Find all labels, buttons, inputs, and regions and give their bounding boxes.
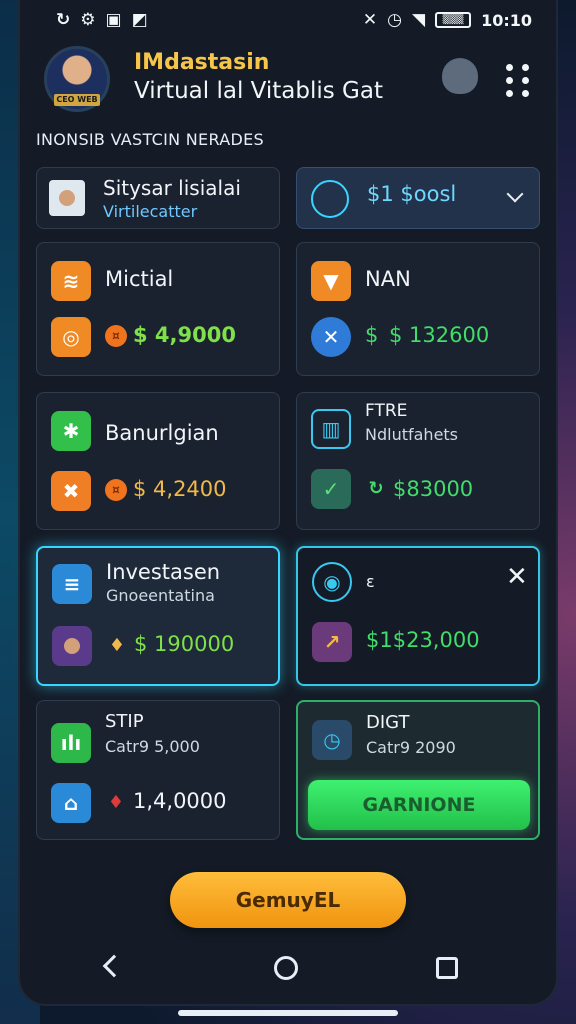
section-label: INONSIB VASTCIN NERADES: [36, 130, 264, 149]
status-bar: ↻ ⚙ ▣ ◩ ✕ ◷ ◥ ▒▒▒ 10:10: [20, 0, 556, 40]
home-nav-icon[interactable]: [274, 956, 298, 980]
sync-icon: ↻: [56, 10, 71, 30]
gesture-home-bar[interactable]: [178, 1010, 398, 1016]
card-value: $1$23,000: [366, 628, 480, 652]
card-action-button[interactable]: GARNIONE: [308, 780, 530, 830]
gallery-icon: ▣: [105, 10, 122, 30]
card-value: $83000: [393, 477, 474, 501]
status-right: ✕ ◷ ◥ ▒▒▒ 10:10: [363, 10, 532, 30]
bar-chart-icon: ▥: [311, 409, 351, 449]
profile-name: Sitysar lisialai: [103, 176, 241, 200]
asset-card[interactable]: ≋ Mictial ◎ ¤ $ 4,9000: [36, 242, 280, 376]
card-title: STIP: [105, 711, 144, 732]
card-subtitle: Catr9 5,000: [105, 737, 200, 756]
currency-select[interactable]: $1 $oosl: [296, 167, 540, 229]
app-subtitle: Virtual lal Vitablis Gat: [134, 78, 383, 104]
person-icon: [52, 626, 92, 666]
document-icon: ≡: [52, 564, 92, 604]
alarm-icon: ◷: [387, 10, 402, 30]
cube-icon: ▼: [311, 261, 351, 301]
bank-icon: ≋: [51, 261, 91, 301]
card-title: NAN: [365, 267, 411, 291]
card-title: FTRE: [365, 401, 408, 421]
card-title: Investasen: [106, 560, 221, 584]
tools-icon: ✕: [311, 317, 351, 357]
app-title: IMdastasin: [134, 50, 270, 75]
timer-icon: ◷: [312, 720, 352, 760]
bluetooth-icon: ✕: [362, 10, 378, 30]
more-menu-icon[interactable]: [506, 64, 532, 97]
recent-apps-icon[interactable]: [436, 957, 458, 979]
apple-icon[interactable]: [442, 58, 478, 94]
back-icon[interactable]: [102, 954, 126, 978]
check-chart-icon: ✓: [311, 469, 351, 509]
target-icon: ◉: [312, 562, 352, 602]
wifi-icon: ◥: [411, 10, 426, 30]
profile-avatar: [49, 180, 85, 216]
card-title: Mictial: [105, 267, 174, 291]
currency-value: $1 $oosl: [367, 182, 457, 206]
card-value: $ 4,2400: [133, 477, 227, 501]
card-value: $ 132600: [389, 323, 490, 347]
asset-card[interactable]: ▼ NAN ✕ $ $ 132600: [296, 242, 540, 376]
asset-card-highlighted[interactable]: ◉ ε ✕ ↗ $1$23,000: [296, 546, 540, 686]
coin-icon: ¤: [105, 325, 127, 347]
close-icon[interactable]: ✕: [506, 562, 528, 592]
card-subtitle: Ndlutfahets: [365, 425, 459, 444]
asset-card[interactable]: ✱ Banurlgian ✖ ¤ $ 4,2400: [36, 392, 280, 530]
asset-card[interactable]: ılı STIP Catr9 5,000 ⌂ ♦ 1,4,0000: [36, 700, 280, 840]
cycle-icon: ↻: [368, 477, 384, 499]
card-value: $ 4,9000: [133, 323, 236, 347]
chevron-down-icon: [506, 185, 524, 203]
app-header: CEO WEB IMdastasin Virtual lal Vitablis …: [44, 46, 534, 118]
phone-screen: ↻ ⚙ ▣ ◩ ✕ ◷ ◥ ▒▒▒ 10:10 CEO WEB IMdastas…: [20, 0, 556, 1004]
battery-icon: ▒▒▒: [435, 12, 472, 28]
stats-icon: ılı: [51, 723, 91, 763]
chat-icon: ✱: [51, 411, 91, 451]
asset-card[interactable]: ▥ FTRE Ndlutfahets ✓ ↻ $83000: [296, 392, 540, 530]
coin-icon: ¤: [105, 479, 127, 501]
settings-icon: ⚙: [80, 10, 96, 30]
card-value: $ 190000: [134, 632, 235, 656]
drop-icon: ♦: [108, 634, 126, 656]
dollar-sign: $: [365, 323, 379, 347]
profile-role: Virtilecatter: [103, 202, 198, 221]
status-time: 10:10: [481, 10, 532, 30]
profile-card[interactable]: Sitysar lisialai Virtilecatter: [36, 167, 280, 229]
home-icon: ⌂: [51, 783, 91, 823]
navigation-bar: [20, 940, 556, 996]
card-title: Banurlgian: [105, 421, 219, 445]
clock-icon: [311, 180, 349, 218]
asset-card-selected[interactable]: ≡ Investasen Gnoeentatina ♦ $ 190000: [36, 546, 280, 686]
team-icon: ✖: [51, 471, 91, 511]
globe-icon: ◎: [51, 317, 91, 357]
card-title: DIGT: [366, 712, 410, 733]
avatar-tag: CEO WEB: [54, 94, 100, 106]
status-left: ↻ ⚙ ▣ ◩: [56, 10, 148, 30]
card-subtitle: Catr9 2090: [366, 738, 456, 757]
primary-button[interactable]: GemuyEL: [170, 872, 406, 928]
card-value: 1,4,0000: [133, 789, 227, 813]
card-title: ε: [366, 572, 375, 591]
gem-icon: ♦: [107, 791, 125, 813]
chart-icon: ↗: [312, 622, 352, 662]
card-subtitle: Gnoeentatina: [106, 586, 215, 605]
image-icon: ◩: [131, 10, 148, 30]
